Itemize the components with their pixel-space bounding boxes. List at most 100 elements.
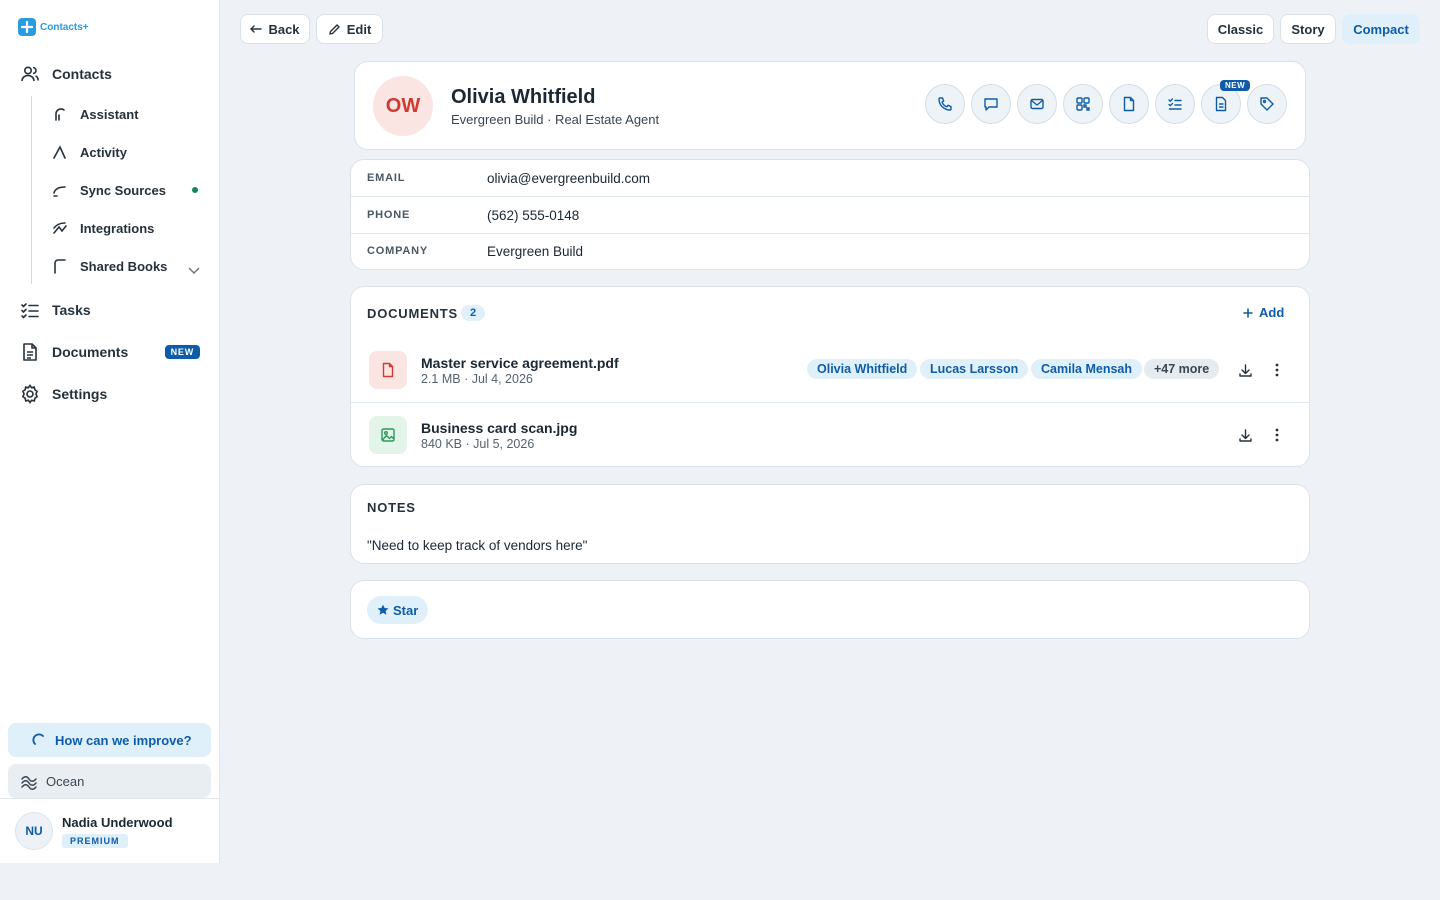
sync-status-dot <box>192 187 198 193</box>
sidebar-item-integrations[interactable]: Integrations <box>52 220 154 236</box>
documents-icon <box>23 343 37 361</box>
add-label: Add <box>1259 305 1285 320</box>
waves-icon <box>21 776 37 790</box>
new-badge: NEW <box>164 345 200 359</box>
shared-with-chip[interactable]: Camila Mensah <box>1031 359 1143 379</box>
field-label: EMAIL <box>367 172 406 184</box>
sidebar-item-label: Integrations <box>80 220 155 236</box>
nav-contacts-label: Contacts <box>52 66 112 82</box>
logo-icon <box>18 18 36 36</box>
contact-header-card: OW Olivia Whitfield Evergreen Build · Re… <box>354 61 1306 150</box>
edit-button[interactable]: Edit <box>316 14 383 44</box>
note-icon <box>1215 96 1227 112</box>
download-button[interactable] <box>1235 360 1255 380</box>
view-story-button[interactable]: Story <box>1280 14 1336 44</box>
nav-settings[interactable]: Settings <box>20 384 107 404</box>
theme-label: Ocean <box>46 773 85 789</box>
more-menu-button[interactable] <box>1267 425 1287 445</box>
nav-settings-label: Settings <box>52 386 108 402</box>
view-compact-button[interactable]: Compact <box>1342 14 1420 44</box>
feedback-button[interactable]: How can we improve? <box>8 723 211 757</box>
qr-button[interactable] <box>1063 84 1103 124</box>
add-document-button[interactable]: Add <box>1243 305 1284 320</box>
view-classic-button[interactable]: Classic <box>1207 14 1274 44</box>
field-row-company: COMPANY Evergreen Build <box>351 233 1309 269</box>
sidebar-item-label: Assistant <box>80 106 139 122</box>
call-button[interactable] <box>925 84 965 124</box>
divider <box>351 402 1309 403</box>
sidebar-item-activity[interactable]: Activity <box>52 144 127 160</box>
checklist-icon <box>1168 98 1182 110</box>
back-button[interactable]: Back <box>240 14 310 44</box>
sidebar-item-assistant[interactable]: Assistant <box>52 106 139 122</box>
avatar[interactable]: NU <box>15 812 53 850</box>
download-button[interactable] <box>1235 425 1255 445</box>
tag-icon <box>1260 97 1274 111</box>
shared-books-icon <box>54 259 66 274</box>
theme-selector[interactable]: Ocean <box>8 764 211 798</box>
notes-card: NOTES "Need to keep track of vendors her… <box>350 484 1310 564</box>
document-name[interactable]: Business card scan.jpg <box>421 420 577 436</box>
nav-tasks-label: Tasks <box>52 302 91 318</box>
field-row-phone: PHONE (562) 555-0148 <box>351 197 1309 233</box>
file-button[interactable] <box>1109 84 1149 124</box>
star-card: Star <box>350 580 1310 639</box>
sync-icon <box>53 186 66 197</box>
document-meta: 840 KB · Jul 5, 2026 <box>421 437 535 451</box>
nav-contacts[interactable]: Contacts <box>20 64 112 84</box>
sidebar: Contacts+ Contacts Assistant Activity Sy… <box>0 0 220 863</box>
shared-with-chip[interactable]: Olivia Whitfield <box>807 359 918 379</box>
email-value[interactable]: olivia@evergreenbuild.com <box>487 171 650 186</box>
sidebar-item-label: Activity <box>80 144 127 160</box>
view-label: Compact <box>1353 21 1409 37</box>
tasks-button[interactable] <box>1155 84 1195 124</box>
phone-value[interactable]: (562) 555-0148 <box>487 208 579 223</box>
email-button[interactable] <box>1017 84 1057 124</box>
image-file-icon <box>369 416 407 454</box>
mail-icon <box>1030 98 1044 110</box>
kebab-icon <box>1275 363 1279 377</box>
kebab-icon <box>1275 428 1279 442</box>
document-name[interactable]: Master service agreement.pdf <box>421 355 619 371</box>
subnav-line <box>31 96 32 284</box>
nav-documents-label: Documents <box>52 344 129 360</box>
feedback-icon <box>32 733 44 745</box>
nav-tasks[interactable]: Tasks <box>20 300 91 320</box>
qr-icon <box>1076 97 1090 111</box>
sidebar-item-sync-sources[interactable]: Sync Sources <box>52 182 166 198</box>
notes-text[interactable]: "Need to keep track of vendors here" <box>367 538 587 553</box>
contact-name: Olivia Whitfield <box>451 86 596 108</box>
view-label: Classic <box>1217 21 1264 37</box>
star-label: Star <box>393 602 419 618</box>
plus-icon <box>1243 307 1253 318</box>
tag-button[interactable] <box>1247 84 1287 124</box>
company-value: Evergreen Build <box>487 243 584 259</box>
download-icon <box>1238 363 1252 377</box>
back-label: Back <box>268 21 300 37</box>
new-badge: NEW <box>1220 80 1251 91</box>
star-button[interactable]: Star <box>367 596 429 624</box>
pdf-file-icon <box>369 351 407 389</box>
field-label: COMPANY <box>367 245 429 257</box>
sidebar-item-label: Sync Sources <box>80 182 166 198</box>
more-menu-button[interactable] <box>1267 360 1287 380</box>
arrow-left-icon <box>250 25 263 33</box>
chevron-down-icon[interactable] <box>187 263 201 277</box>
pencil-icon <box>329 23 340 35</box>
sidebar-item-shared-books[interactable]: Shared Books <box>52 258 167 274</box>
shared-with-chip[interactable]: Lucas Larsson <box>920 359 1029 379</box>
contact-fields-card: EMAIL olivia@evergreenbuild.com PHONE (5… <box>350 159 1310 270</box>
activity-icon <box>53 145 66 159</box>
integrations-icon <box>53 222 67 234</box>
contact-avatar[interactable]: OW <box>373 76 433 136</box>
documents-card: DOCUMENTS 2 Add Master service agreement… <box>350 286 1310 467</box>
nav-documents[interactable]: Documents NEW <box>20 342 200 362</box>
users-icon <box>21 66 39 82</box>
contact-subtitle: Evergreen Build · Real Estate Agent <box>451 112 660 127</box>
more-shared-chip[interactable]: +47 more <box>1144 359 1220 379</box>
message-button[interactable] <box>971 84 1011 124</box>
divider <box>0 798 219 799</box>
edit-label: Edit <box>346 21 372 37</box>
app-logo[interactable]: Contacts+ <box>18 18 89 36</box>
documents-count: 2 <box>461 305 485 321</box>
